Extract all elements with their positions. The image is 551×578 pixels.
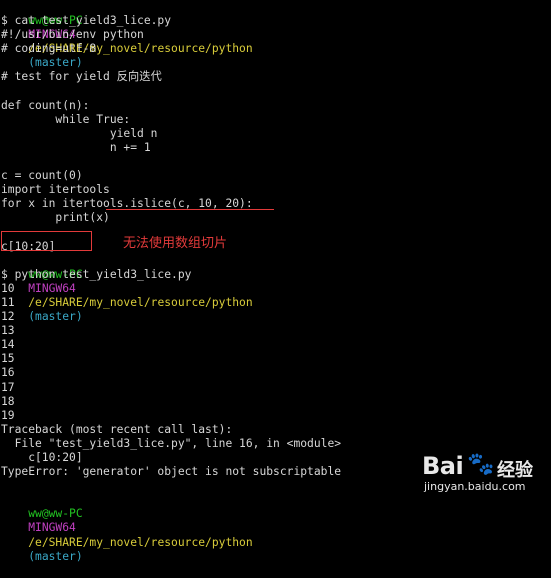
prompt-path: /e/SHARE/my_novel/resource/python [28, 295, 253, 309]
prompt-host: MINGW64 [28, 281, 76, 295]
terminal-line: print(x) [1, 211, 110, 225]
terminal-line: $ cat test_yield3_lice.py [1, 14, 172, 28]
annotation-note: 无法使用数组切片 [123, 236, 228, 251]
output-block-cat: $ cat test_yield3_lice.py #!/usr/bin/env … [1, 14, 551, 254]
shell-prompt: ww@ww-PC MINGW64 /e/SHARE/my_novel/resou… [1, 0, 551, 69]
terminal-line: 17 [1, 380, 15, 394]
terminal-line: def count(n): [1, 98, 90, 112]
baidu-jingyan-watermark: Bai 🐾 经验 jingyan.baidu.com [422, 452, 546, 500]
terminal-line: 10 [1, 281, 15, 295]
terminal-line: yield n [1, 126, 158, 140]
prompt-host: MINGW64 [28, 521, 76, 535]
terminal-line: File "test_yield3_lice.py", line 16, in … [1, 436, 342, 450]
terminal-window[interactable]: ww@ww-PC MINGW64 /e/SHARE/my_novel/resou… [0, 0, 551, 563]
prompt-branch: (master) [28, 56, 83, 70]
prompt-path: /e/SHARE/my_novel/resource/python [28, 535, 253, 549]
annotation-underline [106, 209, 274, 210]
terminal-line: #!/usr/bin/env python [1, 28, 144, 42]
terminal-line: import itertools [1, 183, 110, 197]
terminal-line: 14 [1, 338, 15, 352]
terminal-line: for x in itertools.islice(c, 10, 20): [1, 197, 253, 211]
brand-text: 经验 [497, 460, 533, 481]
terminal-line: 15 [1, 352, 15, 366]
prompt-user: ww@ww-PC [28, 507, 83, 521]
prompt-branch: (master) [28, 549, 83, 563]
terminal-line: # coding=utf-8 [1, 42, 97, 56]
terminal-line: # test for yield 反向迭代 [1, 70, 162, 84]
terminal-line: 13 [1, 324, 15, 338]
terminal-line: c = count(0) [1, 169, 83, 183]
terminal-line: while True: [1, 112, 131, 126]
terminal-line: Traceback (most recent call last): [1, 422, 233, 436]
prompt-branch: (master) [28, 310, 83, 324]
terminal-line: n += 1 [1, 140, 151, 154]
terminal-line: 12 [1, 310, 15, 324]
terminal-line: 16 [1, 366, 15, 380]
paw-icon: 🐾 [467, 452, 495, 477]
terminal-line: 18 [1, 394, 15, 408]
shell-prompt: ww@ww-PC MINGW64 /e/SHARE/my_novel/resou… [1, 254, 551, 323]
baidu-logo-text: Bai [422, 452, 464, 480]
terminal-line: 19 [1, 408, 15, 422]
annotation-box [1, 231, 92, 251]
terminal-line: $ python test_yield3_lice.py [1, 267, 192, 281]
watermark-url: jingyan.baidu.com [424, 480, 526, 493]
